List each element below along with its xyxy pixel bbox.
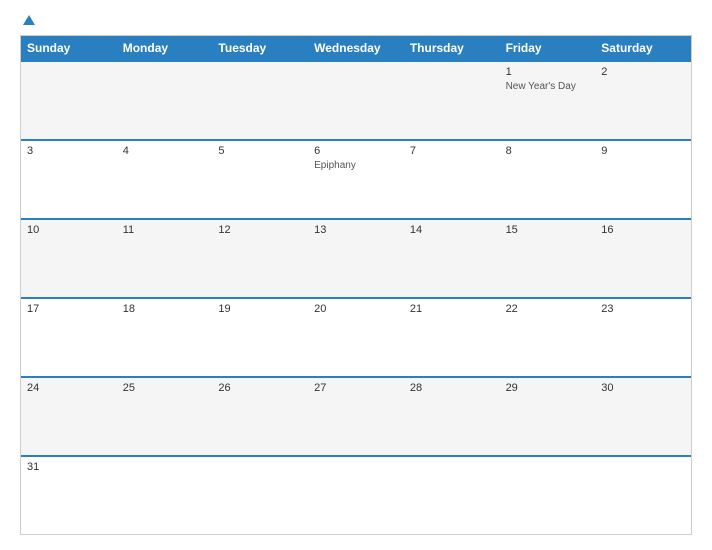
- calendar-cell: 19: [212, 299, 308, 376]
- calendar-cell: 13: [308, 220, 404, 297]
- day-number: 5: [218, 145, 302, 157]
- calendar-cell: 25: [117, 378, 213, 455]
- calendar-cell: 28: [404, 378, 500, 455]
- calendar-cell: 26: [212, 378, 308, 455]
- day-number: 31: [27, 461, 111, 473]
- calendar-cell: [308, 62, 404, 139]
- day-number: 9: [601, 145, 685, 157]
- day-number: 3: [27, 145, 111, 157]
- calendar-week: 1 New Year's Day 2: [21, 60, 691, 139]
- day-of-week-header: Tuesday: [212, 36, 308, 60]
- calendar-cell: 10: [21, 220, 117, 297]
- day-of-week-header: Sunday: [21, 36, 117, 60]
- day-of-week-header: Wednesday: [308, 36, 404, 60]
- day-number: 29: [506, 382, 590, 394]
- day-number: 14: [410, 224, 494, 236]
- calendar-cell: [404, 62, 500, 139]
- day-number: 23: [601, 303, 685, 315]
- day-number: 19: [218, 303, 302, 315]
- day-number: 30: [601, 382, 685, 394]
- calendar-cell: 18: [117, 299, 213, 376]
- calendar-cell: 3: [21, 141, 117, 218]
- calendar-body: 1New Year's Day23456Epiphany789101112131…: [21, 60, 691, 534]
- day-number: 2: [601, 66, 685, 78]
- day-of-week-header: Saturday: [595, 36, 691, 60]
- calendar-cell: 4: [117, 141, 213, 218]
- day-number: 22: [506, 303, 590, 315]
- day-of-week-header: Friday: [500, 36, 596, 60]
- calendar-cell: [404, 457, 500, 534]
- calendar-cell: 27: [308, 378, 404, 455]
- day-of-week-header: Monday: [117, 36, 213, 60]
- calendar-cell: 6 Epiphany: [308, 141, 404, 218]
- calendar-cell: 21: [404, 299, 500, 376]
- calendar-cell: 9: [595, 141, 691, 218]
- day-number: 10: [27, 224, 111, 236]
- calendar-cell: 23: [595, 299, 691, 376]
- calendar-cell: [21, 62, 117, 139]
- day-number: 25: [123, 382, 207, 394]
- calendar-cell: 2: [595, 62, 691, 139]
- day-number: 20: [314, 303, 398, 315]
- day-of-week-header: Thursday: [404, 36, 500, 60]
- calendar-week: 24 25 26 27 28 29 30: [21, 376, 691, 455]
- calendar-cell: 29: [500, 378, 596, 455]
- calendar-cell: [212, 457, 308, 534]
- calendar-cell: 1 New Year's Day: [500, 62, 596, 139]
- calendar-cell: 11: [117, 220, 213, 297]
- calendar-week: 10 11 12 13 14 15 16: [21, 218, 691, 297]
- calendar-grid: SundayMondayTuesdayWednesdayThursdayFrid…: [20, 35, 692, 535]
- calendar-cell: 31: [21, 457, 117, 534]
- day-number: 12: [218, 224, 302, 236]
- day-event: New Year's Day: [506, 80, 590, 93]
- calendar-cell: [595, 457, 691, 534]
- calendar-cell: 8: [500, 141, 596, 218]
- calendar-week: 17 18 19 20 21 22 23: [21, 297, 691, 376]
- calendar-cell: 5: [212, 141, 308, 218]
- day-number: 17: [27, 303, 111, 315]
- calendar-cell: 15: [500, 220, 596, 297]
- day-number: 16: [601, 224, 685, 236]
- logo: [20, 15, 35, 25]
- day-number: 28: [410, 382, 494, 394]
- day-number: 6: [314, 145, 398, 157]
- calendar-cell: 30: [595, 378, 691, 455]
- calendar-cell: [117, 62, 213, 139]
- calendar-page: SundayMondayTuesdayWednesdayThursdayFrid…: [0, 0, 712, 550]
- calendar-cell: 16: [595, 220, 691, 297]
- calendar-cell: [117, 457, 213, 534]
- day-number: 8: [506, 145, 590, 157]
- calendar-cell: 14: [404, 220, 500, 297]
- calendar-week: 3456 Epiphany 789: [21, 139, 691, 218]
- calendar-cell: 7: [404, 141, 500, 218]
- calendar-header: SundayMondayTuesdayWednesdayThursdayFrid…: [21, 36, 691, 60]
- logo-blue-text: [20, 15, 35, 25]
- logo-triangle-icon: [23, 15, 35, 25]
- day-number: 1: [506, 66, 590, 78]
- calendar-cell: 20: [308, 299, 404, 376]
- day-number: 21: [410, 303, 494, 315]
- day-number: 24: [27, 382, 111, 394]
- calendar-cell: 22: [500, 299, 596, 376]
- calendar-cell: [308, 457, 404, 534]
- day-number: 13: [314, 224, 398, 236]
- day-number: 7: [410, 145, 494, 157]
- calendar-cell: 24: [21, 378, 117, 455]
- calendar-cell: 17: [21, 299, 117, 376]
- day-number: 11: [123, 224, 207, 236]
- day-number: 26: [218, 382, 302, 394]
- page-header: [20, 15, 692, 25]
- calendar-cell: 12: [212, 220, 308, 297]
- calendar-cell: [212, 62, 308, 139]
- day-number: 27: [314, 382, 398, 394]
- day-number: 4: [123, 145, 207, 157]
- calendar-cell: [500, 457, 596, 534]
- day-number: 15: [506, 224, 590, 236]
- day-event: Epiphany: [314, 159, 398, 172]
- calendar-week: 31: [21, 455, 691, 534]
- day-number: 18: [123, 303, 207, 315]
